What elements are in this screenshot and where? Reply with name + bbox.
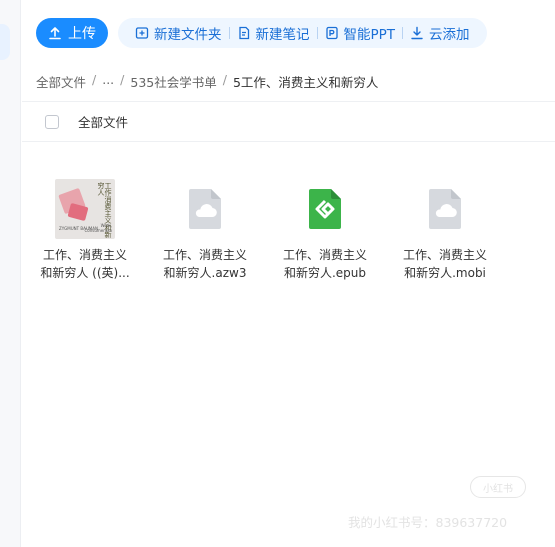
breadcrumb-ellipsis[interactable]: ... xyxy=(102,72,114,91)
file-name-line2: 和新穷人.epub xyxy=(283,266,367,280)
book-cover-thumbnail: 工作消费主义和新穷人 ZYGMUNT BAUMAN Work, Consumer… xyxy=(54,178,116,240)
watermark-badge: 小红书 xyxy=(470,476,526,498)
toolbar-actions: 新建文件夹 新建笔记 智能PPT 云添加 xyxy=(118,18,487,48)
breadcrumb-separator: / xyxy=(120,72,125,87)
file-item[interactable]: 工作、消费主义 和新穷人.azw3 xyxy=(155,178,255,282)
file-name: 工作、消费主义 和新穷人 ((英)... xyxy=(35,246,135,282)
left-sidebar xyxy=(0,0,21,547)
file-name-line2: 和新穷人 ((英)... xyxy=(40,266,130,280)
watermark-text: 我的小红书号：839637720 xyxy=(348,515,508,530)
cloud-add-label: 云添加 xyxy=(429,27,470,43)
ppt-icon xyxy=(325,26,338,40)
cover-subtitle-line2: Consumerism xyxy=(84,228,113,233)
file-item[interactable]: 工作消费主义和新穷人 ZYGMUNT BAUMAN Work, Consumer… xyxy=(35,178,135,282)
add-folder-icon xyxy=(135,27,149,39)
cloud-file-icon xyxy=(429,189,461,229)
cloud-add-button[interactable]: 云添加 xyxy=(403,23,477,43)
file-name-line1: 工作、消费主义 xyxy=(42,248,127,262)
file-name-line2: 和新穷人.azw3 xyxy=(163,266,247,280)
book-cover: 工作消费主义和新穷人 ZYGMUNT BAUMAN Work, Consumer… xyxy=(55,179,115,239)
file-item[interactable]: 工作、消费主义 和新穷人.epub xyxy=(275,178,375,282)
cloud-file-icon xyxy=(189,189,221,229)
file-icon-wrap xyxy=(414,178,476,240)
new-note-label: 新建笔记 xyxy=(255,27,310,43)
file-name-line1: 工作、消费主义 xyxy=(402,248,487,262)
upload-button[interactable]: 上传 xyxy=(36,18,108,48)
cover-subtitle: Work, Consumerism xyxy=(85,223,113,233)
file-name-line1: 工作、消费主义 xyxy=(162,248,247,262)
breadcrumb-separator: / xyxy=(92,72,97,87)
file-list-header: 全部文件 xyxy=(22,101,555,142)
smart-ppt-button[interactable]: 智能PPT xyxy=(318,23,403,43)
breadcrumb-separator: / xyxy=(222,72,227,87)
smart-ppt-label: 智能PPT xyxy=(343,27,396,43)
file-icon-wrap xyxy=(294,178,356,240)
new-folder-label: 新建文件夹 xyxy=(154,27,222,43)
new-note-button[interactable]: 新建笔记 xyxy=(230,23,317,43)
file-name-line1: 工作、消费主义 xyxy=(282,248,367,262)
file-name: 工作、消费主义 和新穷人.mobi xyxy=(395,246,495,282)
toolbar: 上传 新建文件夹 新建笔记 智能PPT 云添加 xyxy=(36,18,487,48)
upload-button-label: 上传 xyxy=(68,26,96,42)
breadcrumb: 全部文件 / ... / 535社会学书单 / 5工作、消费主义和新穷人 xyxy=(36,72,378,91)
select-all-label: 全部文件 xyxy=(78,115,129,130)
file-name-line2: 和新穷人.mobi xyxy=(404,266,486,280)
new-folder-button[interactable]: 新建文件夹 xyxy=(128,23,229,43)
breadcrumb-root[interactable]: 全部文件 xyxy=(36,72,86,91)
file-icon-wrap xyxy=(174,178,236,240)
file-item[interactable]: 工作、消费主义 和新穷人.mobi xyxy=(395,178,495,282)
breadcrumb-current: 5工作、消费主义和新穷人 xyxy=(232,75,379,90)
download-icon xyxy=(411,26,423,40)
select-all-checkbox[interactable] xyxy=(45,114,59,129)
upload-icon xyxy=(49,27,61,40)
breadcrumb-parent[interactable]: 535社会学书单 xyxy=(130,72,216,91)
epub-file-icon xyxy=(309,189,341,229)
note-icon xyxy=(238,26,249,40)
sidebar-selected-indicator xyxy=(0,24,10,60)
file-name: 工作、消费主义 和新穷人.azw3 xyxy=(155,246,255,282)
file-name: 工作、消费主义 和新穷人.epub xyxy=(275,246,375,282)
